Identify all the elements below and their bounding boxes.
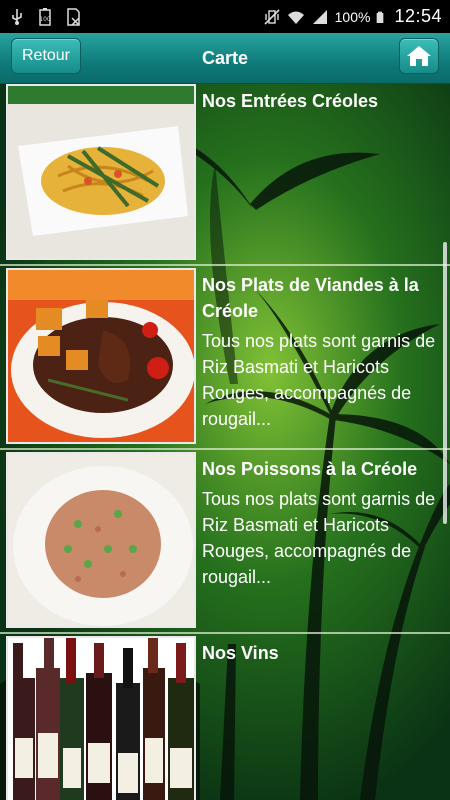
item-title: Nos Plats de Viandes à la Créole <box>202 275 419 321</box>
home-icon <box>407 46 431 66</box>
list-item[interactable]: Nos Poissons à la Créole Tous nos plats … <box>0 452 450 632</box>
entrees-image <box>6 84 196 260</box>
list-item[interactable]: Nos Vins <box>0 636 450 800</box>
divider <box>0 632 450 634</box>
back-button[interactable]: Retour <box>11 38 81 74</box>
home-button[interactable] <box>399 38 439 74</box>
fish-dish-image <box>6 452 196 628</box>
menu-content: Nos Entrées Créoles Nos Plats de Viandes… <box>0 84 450 800</box>
svg-text:100: 100 <box>39 16 51 23</box>
action-bar: Retour Carte <box>0 33 450 84</box>
signal-icon <box>312 9 327 24</box>
sd-card-off-icon <box>67 7 80 26</box>
list-item-text: Nos Poissons à la Créole Tous nos plats … <box>202 456 442 590</box>
wifi-icon <box>287 11 304 24</box>
usb-icon <box>12 8 22 25</box>
battery-percent: 100% <box>334 8 371 25</box>
divider <box>0 264 450 266</box>
list-item-text: Nos Plats de Viandes à la Créole Tous no… <box>202 272 442 432</box>
wine-image <box>6 636 196 800</box>
vibrate-icon <box>264 8 280 25</box>
status-bar: 100 100% 12:54 <box>0 0 450 33</box>
item-title: Nos Entrées Créoles <box>202 91 379 111</box>
list-item-text: Nos Entrées Créoles <box>202 88 442 114</box>
item-description: Tous nos plats sont garnis de Riz Basmat… <box>202 489 436 587</box>
list-item[interactable]: Nos Entrées Créoles <box>0 84 450 264</box>
divider <box>0 448 450 450</box>
item-title: Nos Poissons à la Créole <box>202 459 418 479</box>
clock: 12:54 <box>394 6 442 26</box>
scrollbar[interactable] <box>443 242 447 524</box>
page-title: Carte <box>201 47 249 68</box>
battery-icon <box>377 11 384 23</box>
battery-saver-icon: 100 <box>39 7 51 26</box>
list-item-text: Nos Vins <box>202 640 442 666</box>
meat-dish-image <box>6 268 196 444</box>
item-description: Tous nos plats sont garnis de Riz Basmat… <box>202 331 436 429</box>
list-item[interactable]: Nos Plats de Viandes à la Créole Tous no… <box>0 268 450 448</box>
item-title: Nos Vins <box>202 643 279 663</box>
